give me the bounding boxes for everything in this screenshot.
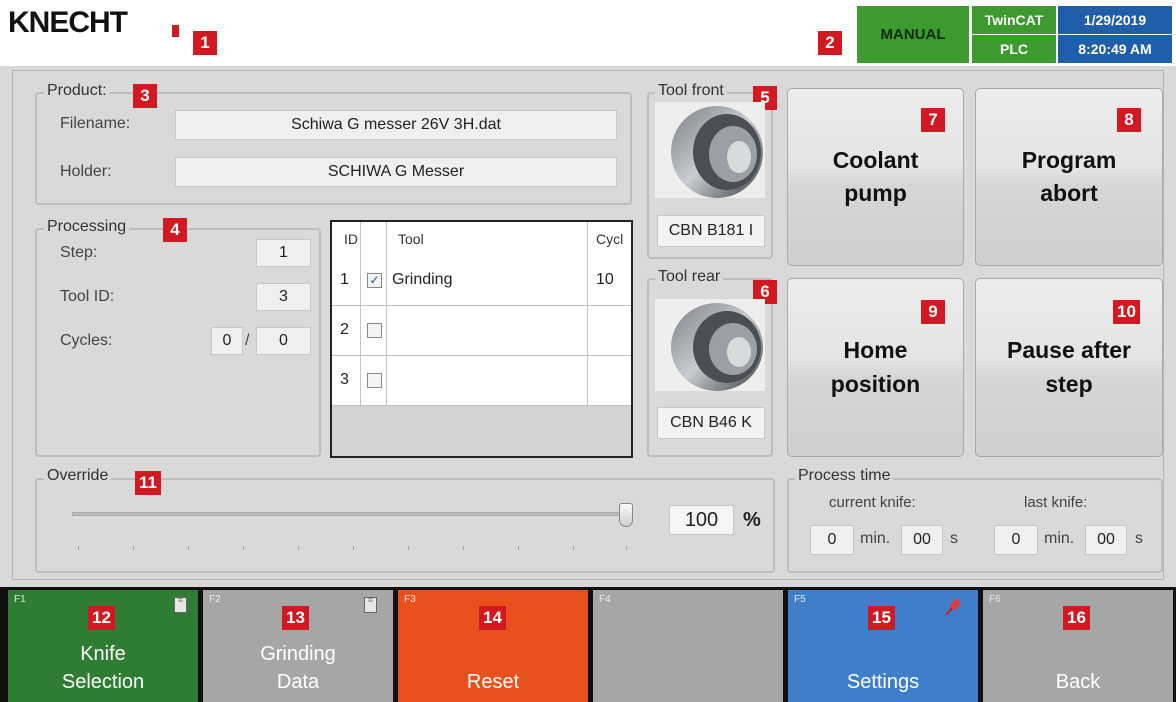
tool-rear-title: Tool rear: [655, 268, 724, 286]
pin-icon: [945, 598, 962, 616]
current-min-unit: min.: [860, 530, 891, 547]
override-title: Override: [44, 467, 112, 485]
last-sec-unit: s: [1135, 530, 1143, 547]
f4-key-label: F4: [599, 594, 611, 605]
row-checkbox[interactable]: ✓: [367, 273, 382, 288]
filename-field: Schiwa G messer 26V 3H.dat: [175, 110, 617, 140]
marker-13: 13: [282, 606, 309, 630]
row-checkbox[interactable]: [367, 323, 382, 338]
last-knife-label: last knife:: [1024, 494, 1088, 511]
f5-label: Settings: [846, 671, 920, 693]
mode-badge: MANUAL: [857, 6, 969, 63]
holder-label: Holder:: [60, 163, 112, 180]
row-cycles: 10: [596, 271, 614, 288]
step-label: Step:: [60, 244, 98, 261]
date-display: 1/29/2019: [1058, 6, 1172, 34]
current-sec-value: 00: [901, 525, 943, 555]
current-knife-label: current knife:: [829, 494, 916, 511]
f3-label: Reset: [466, 671, 520, 693]
cycles-total: 0: [256, 327, 311, 355]
current-sec-unit: s: [950, 530, 958, 547]
filename-label: Filename:: [60, 115, 131, 132]
marker-7: 7: [921, 108, 945, 132]
f6-label: Back: [1055, 671, 1101, 693]
col-cycl-header: Cycl: [596, 231, 624, 247]
cycles-current: 0: [211, 327, 243, 355]
twincat-status: TwinCAT: [972, 6, 1056, 34]
row-tool: Grinding: [392, 271, 453, 288]
last-min-unit: min.: [1044, 530, 1075, 547]
f1-label: Knife Selection: [61, 643, 145, 693]
tool-front-name: CBN B181 I: [657, 215, 765, 247]
process-time-title: Process time: [795, 467, 894, 485]
table-col-divider: [386, 222, 387, 406]
slider-tick: [133, 546, 134, 550]
slider-tick: [78, 546, 79, 550]
product-title: Product:: [44, 82, 110, 100]
time-display: 8:20:49 AM: [1058, 35, 1172, 63]
table-col-divider: [587, 222, 588, 406]
col-tool-header: Tool: [398, 231, 424, 247]
marker-14: 14: [479, 606, 506, 630]
toolid-value: 3: [256, 283, 311, 311]
row-checkbox[interactable]: [367, 373, 382, 388]
knecht-logo: KNECHT: [8, 6, 128, 39]
processing-title: Processing: [44, 218, 130, 236]
slider-tick: [298, 546, 299, 550]
marker-10: 10: [1113, 300, 1140, 324]
current-min-value: 0: [810, 525, 854, 555]
logo-accent: [172, 25, 179, 37]
slider-tick: [353, 546, 354, 550]
override-value: 100: [669, 505, 734, 535]
slider-tick: [518, 546, 519, 550]
row-id: 1: [340, 271, 349, 288]
f1-key-label: F1: [14, 594, 26, 605]
product-group: [35, 92, 632, 205]
marker-9: 9: [921, 300, 945, 324]
slider-tick: [408, 546, 409, 550]
override-unit: %: [743, 509, 761, 531]
marker-8: 8: [1117, 108, 1141, 132]
f6-key-label: F6: [989, 594, 1001, 605]
tool-front-image: [655, 102, 765, 198]
col-id-header: ID: [344, 231, 358, 247]
toolid-label: Tool ID:: [60, 288, 115, 305]
override-slider-track[interactable]: [72, 512, 630, 516]
row-id: 2: [340, 321, 349, 338]
row-id: 3: [340, 371, 349, 388]
f3-key-label: F3: [404, 594, 416, 605]
holder-field: SCHIWA G Messer: [175, 157, 617, 187]
tool-rear-name: CBN B46 K: [657, 407, 765, 439]
plc-status: PLC: [972, 35, 1056, 63]
marker-2: 2: [818, 31, 842, 55]
f2-key-label: F2: [209, 594, 221, 605]
tool-table[interactable]: ID Tool Cycl 1 ✓ Grinding 10 2 3: [330, 220, 633, 458]
override-slider-thumb[interactable]: [619, 503, 633, 527]
marker-16: 16: [1063, 606, 1090, 630]
document-icon: ≡: [174, 596, 187, 613]
marker-12: 12: [88, 606, 115, 630]
last-min-value: 0: [994, 525, 1038, 555]
marker-1: 1: [193, 31, 217, 55]
tool-rear-image: [655, 299, 765, 391]
marker-11: 11: [135, 471, 161, 495]
cycles-separator: /: [245, 332, 250, 349]
f5-key-label: F5: [794, 594, 806, 605]
marker-4: 4: [163, 218, 187, 242]
last-sec-value: 00: [1085, 525, 1127, 555]
marker-3: 3: [133, 84, 157, 108]
step-value: 1: [256, 239, 311, 267]
slider-tick: [626, 546, 627, 550]
document-icon: ≡: [364, 596, 377, 613]
slider-tick: [573, 546, 574, 550]
f4-empty-button[interactable]: F4: [593, 590, 783, 702]
table-col-divider: [360, 222, 361, 406]
tool-front-title: Tool front: [655, 82, 727, 100]
cycles-label: Cycles:: [60, 332, 113, 349]
slider-tick: [243, 546, 244, 550]
slider-tick: [463, 546, 464, 550]
marker-15: 15: [868, 606, 895, 630]
f2-label: Grinding Data: [260, 643, 336, 693]
slider-tick: [188, 546, 189, 550]
